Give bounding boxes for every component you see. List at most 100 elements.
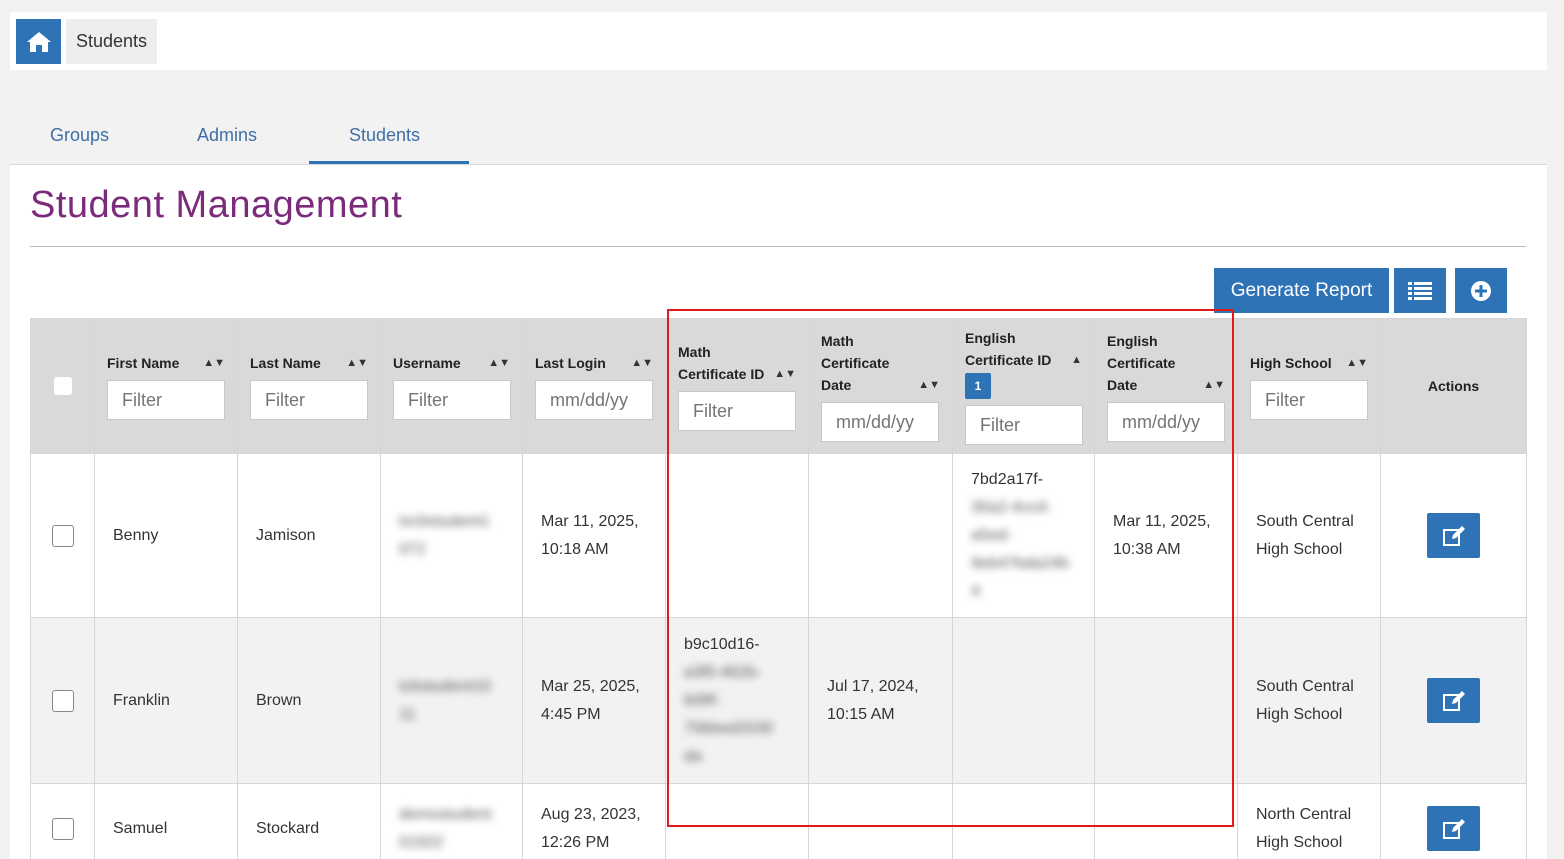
table-row: Franklin Brown tcbstudent10 11 Mar 25, 2… xyxy=(30,617,1527,784)
cell-math-certificate-date xyxy=(808,783,953,859)
row-checkbox[interactable] xyxy=(51,817,74,840)
english-cert-date: Mar 11, 2025, xyxy=(1113,512,1211,530)
sort-icon[interactable]: ▲▼ xyxy=(774,363,796,385)
sort-icon[interactable]: ▲▼ xyxy=(631,352,653,374)
sort-ascending-icon[interactable]: ▲ xyxy=(1071,349,1082,371)
filter-english-certificate-id[interactable] xyxy=(965,405,1083,445)
tab-students[interactable]: Students xyxy=(349,125,420,146)
column-label: Last Name xyxy=(250,355,321,371)
cell-english-certificate-id xyxy=(952,617,1095,784)
filter-first-name[interactable] xyxy=(107,380,225,420)
column-header-english-certificate-id[interactable]: English Certificate ID ▲ 1 xyxy=(952,318,1095,454)
username-redacted: txcbstudent1 072 xyxy=(399,512,490,558)
cell-first-name: Benny xyxy=(94,453,238,618)
column-header-username[interactable]: Username ▲▼ xyxy=(380,318,523,454)
cell-first-name: Franklin xyxy=(94,617,238,784)
column-label: Last Login xyxy=(535,355,606,371)
high-school-line-2: High School xyxy=(1256,540,1343,558)
filter-last-name[interactable] xyxy=(250,380,368,420)
column-label: Username xyxy=(393,355,461,371)
filter-username[interactable] xyxy=(393,380,511,420)
edit-button[interactable] xyxy=(1427,678,1480,723)
column-header-high-school[interactable]: High School ▲▼ xyxy=(1237,318,1381,454)
high-school-line-2: High School xyxy=(1256,833,1343,851)
cell-high-school: South Central High School xyxy=(1237,453,1381,618)
last-login-time: 12:26 PM xyxy=(541,833,610,851)
sort-icon[interactable]: ▲▼ xyxy=(203,352,225,374)
cell-math-certificate-id xyxy=(665,783,809,859)
row-select-cell xyxy=(30,783,95,859)
filter-high-school[interactable] xyxy=(1250,380,1368,420)
table-row: Benny Jamison txcbstudent1 072 Mar 11, 2… xyxy=(30,453,1527,618)
column-label: Math Certificate Date xyxy=(821,333,890,393)
high-school-line-1: North Central xyxy=(1256,805,1352,823)
sort-icon[interactable]: ▲▼ xyxy=(1203,374,1225,396)
sort-order-badge: 1 xyxy=(965,373,991,399)
filter-english-certificate-date[interactable] xyxy=(1107,402,1225,442)
sort-icon[interactable]: ▲▼ xyxy=(346,352,368,374)
cell-english-certificate-date xyxy=(1094,617,1238,784)
add-student-button[interactable] xyxy=(1455,268,1507,313)
cell-math-certificate-id xyxy=(665,453,809,618)
row-select-cell xyxy=(30,453,95,618)
edit-icon xyxy=(1442,525,1465,546)
tab-groups[interactable]: Groups xyxy=(50,125,109,146)
plus-circle-icon xyxy=(1471,280,1491,301)
filter-math-certificate-date[interactable] xyxy=(821,402,939,442)
cell-high-school: South Central High School xyxy=(1237,617,1381,784)
cell-english-certificate-date xyxy=(1094,783,1238,859)
column-header-math-certificate-id[interactable]: Math Certificate ID ▲▼ xyxy=(665,318,809,454)
column-list-button[interactable] xyxy=(1394,268,1446,313)
filter-math-certificate-id[interactable] xyxy=(678,391,796,431)
cell-actions xyxy=(1380,453,1527,618)
breadcrumb: Students xyxy=(10,12,1547,70)
sort-icon[interactable]: ▲▼ xyxy=(1346,352,1368,374)
last-login-time: 10:18 AM xyxy=(541,540,609,558)
high-school-line-2: High School xyxy=(1256,705,1343,723)
column-label: English Certificate Date xyxy=(1107,333,1176,393)
last-login-time: 4:45 PM xyxy=(541,705,601,723)
breadcrumb-current[interactable]: Students xyxy=(66,19,158,64)
certificate-id-redacted: 30a2-4ccd-a5ed-9eb47bda24b 4 xyxy=(971,498,1069,600)
row-checkbox[interactable] xyxy=(51,689,74,712)
cell-username: txcbstudent1 072 xyxy=(380,453,523,618)
edit-icon xyxy=(1442,818,1465,839)
table-row: Samuel Stockard demostudent 01922 Aug 23… xyxy=(30,783,1527,859)
cell-last-login: Aug 23, 2023, 12:26 PM xyxy=(522,783,666,859)
sort-icon[interactable]: ▲▼ xyxy=(918,374,940,396)
cell-math-certificate-date xyxy=(808,453,953,618)
last-login-date: Aug 23, 2023, xyxy=(541,805,641,823)
sort-icon[interactable]: ▲▼ xyxy=(488,352,510,374)
column-header-english-certificate-date[interactable]: English Certificate Date ▲▼ xyxy=(1094,318,1238,454)
cell-high-school: North Central High School xyxy=(1237,783,1381,859)
last-login-date: Mar 11, 2025, xyxy=(541,512,639,530)
column-label: First Name xyxy=(107,355,180,371)
select-all-checkbox[interactable] xyxy=(53,377,72,395)
cell-last-login: Mar 11, 2025, 10:18 AM xyxy=(522,453,666,618)
students-table: First Name ▲▼ Last Name ▲▼ Username ▲▼ Last… xyxy=(30,318,1527,859)
page-title: Student Management xyxy=(30,184,403,226)
high-school-line-1: South Central xyxy=(1256,677,1354,695)
cell-actions xyxy=(1380,617,1527,784)
edit-button[interactable] xyxy=(1427,513,1480,558)
cell-english-certificate-id xyxy=(952,783,1095,859)
edit-icon xyxy=(1442,690,1465,711)
cell-last-login: Mar 25, 2025, 4:45 PM xyxy=(522,617,666,784)
cell-math-certificate-date: Jul 17, 2024, 10:15 AM xyxy=(808,617,953,784)
row-checkbox[interactable] xyxy=(51,524,74,547)
column-header-first-name[interactable]: First Name ▲▼ xyxy=(94,318,238,454)
edit-button[interactable] xyxy=(1427,806,1480,851)
column-header-math-certificate-date[interactable]: Math Certificate Date ▲▼ xyxy=(808,318,953,454)
generate-report-button[interactable]: Generate Report xyxy=(1214,268,1389,313)
column-header-last-login[interactable]: Last Login ▲▼ xyxy=(522,318,666,454)
column-header-actions: Actions xyxy=(1380,318,1527,454)
math-cert-time: 10:15 AM xyxy=(827,705,895,723)
certificate-id-visible: 7bd2a17f- xyxy=(971,470,1044,488)
certificate-id-redacted: a3f0-462b-b08f-70bbed2030 da xyxy=(684,663,773,765)
tab-admins[interactable]: Admins xyxy=(197,125,257,146)
cell-first-name: Samuel xyxy=(94,783,238,859)
column-label: Math Certificate ID xyxy=(678,344,765,382)
column-header-last-name[interactable]: Last Name ▲▼ xyxy=(237,318,381,454)
filter-last-login[interactable] xyxy=(535,380,653,420)
home-button[interactable] xyxy=(16,19,61,64)
